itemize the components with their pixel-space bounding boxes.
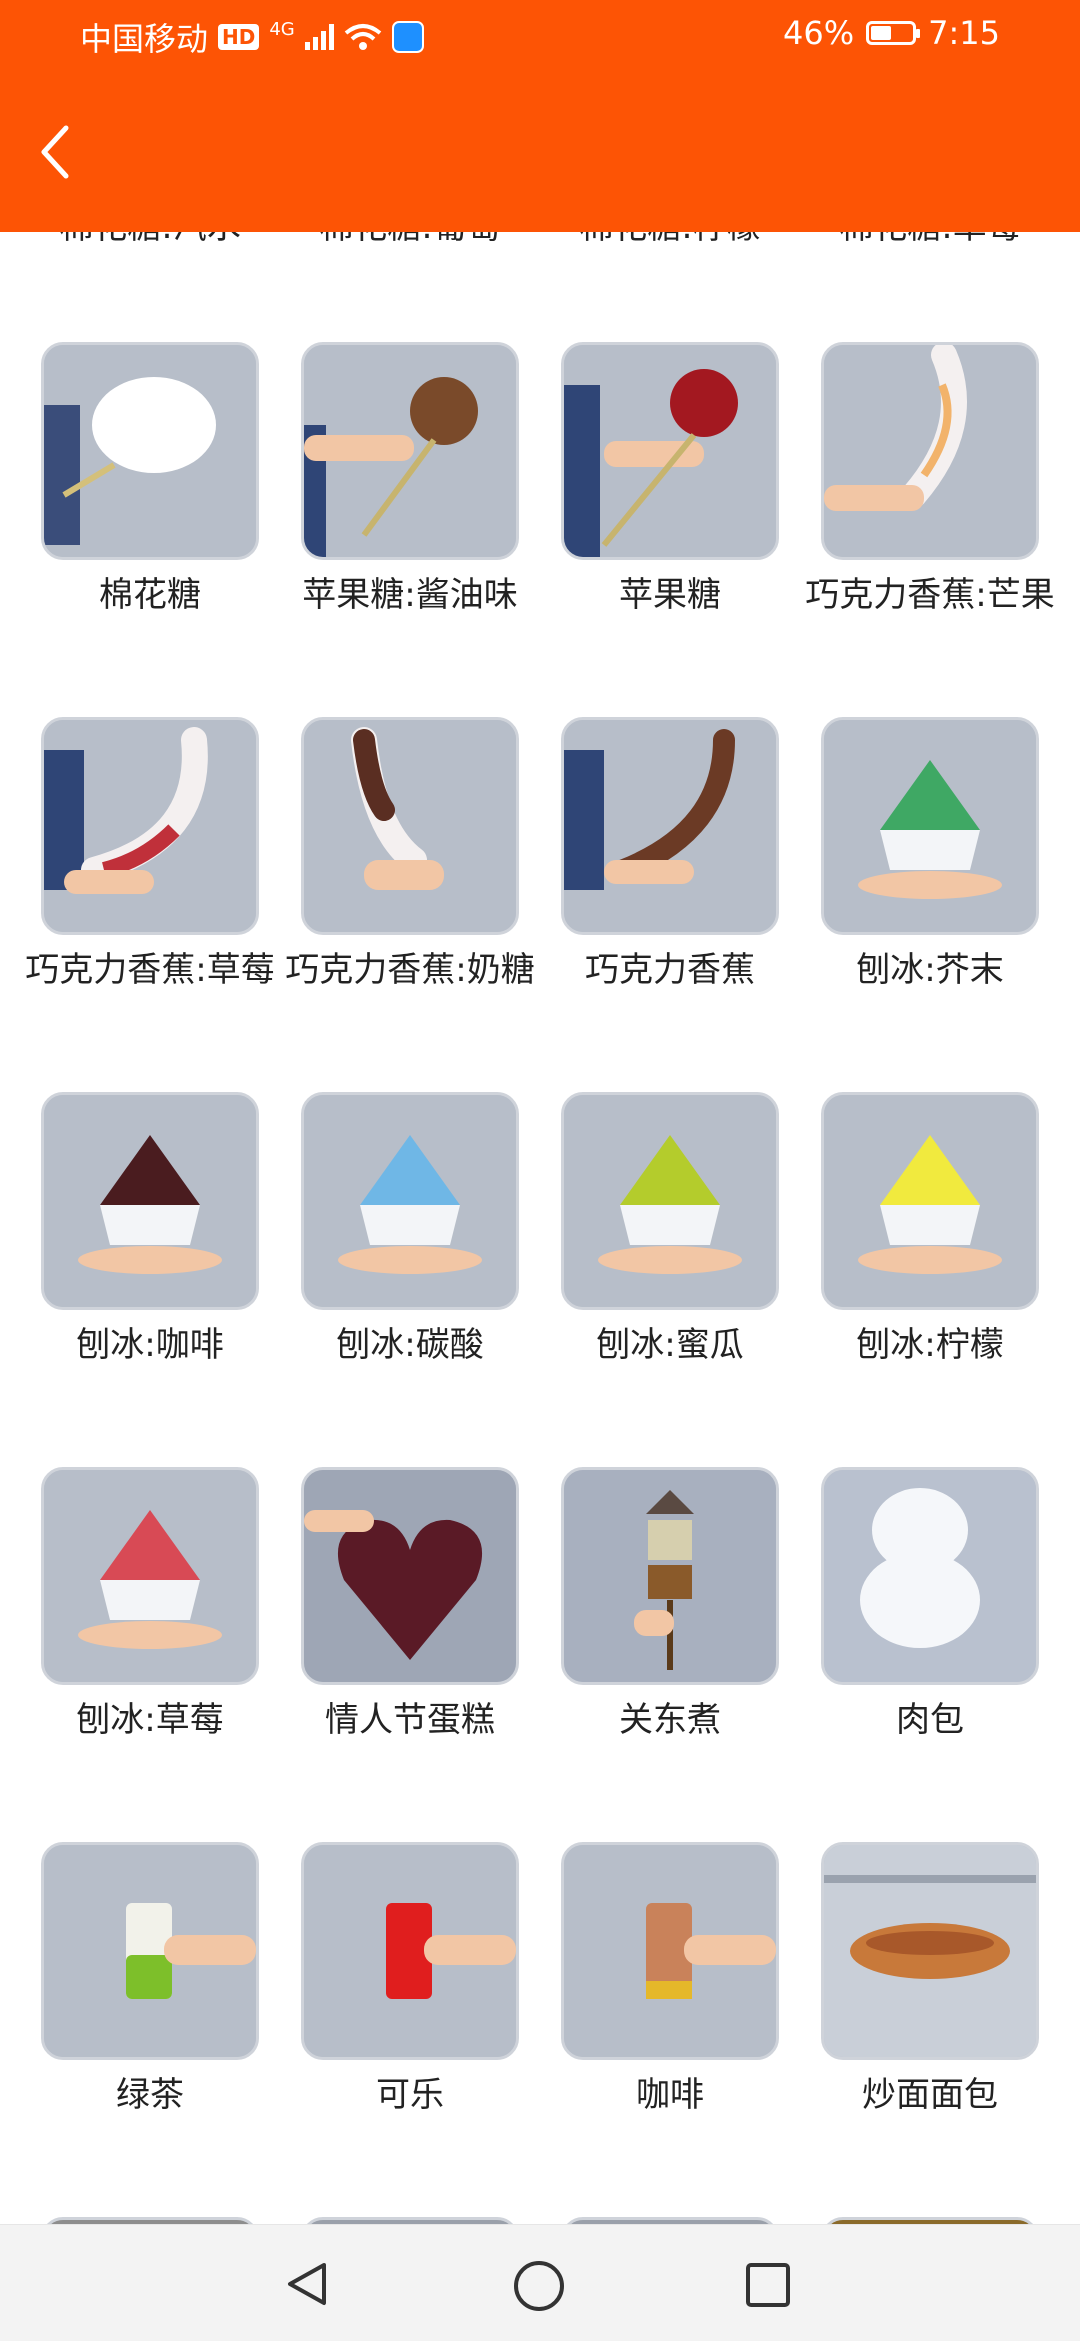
item-thumbnail — [301, 342, 519, 560]
item-label: 刨冰:碳酸 — [336, 1325, 484, 1365]
grid-item[interactable]: 棉花糖:柠檬 — [540, 232, 800, 252]
system-nav-bar — [0, 2224, 1080, 2341]
grid-item[interactable]: 肉包 — [800, 1467, 1060, 1745]
network-type: 4G — [269, 18, 295, 40]
item-thumbnail — [301, 1842, 519, 2060]
item-thumbnail — [821, 342, 1039, 560]
item-label: 棉花糖:柠檬 — [540, 232, 800, 252]
item-label: 可乐 — [376, 2075, 444, 2115]
item-label: 肉包 — [896, 1700, 964, 1740]
item-label: 巧克力香蕉:芒果 — [805, 575, 1055, 615]
grid-item[interactable]: 关东煮 — [540, 1467, 800, 1745]
circle-home-icon[interactable] — [512, 2259, 566, 2313]
grid-item[interactable]: 炒面面包 — [800, 1842, 1060, 2120]
app-notification-icon — [391, 21, 424, 53]
item-thumbnail — [41, 1842, 259, 2060]
grid-item[interactable]: 棉花糖 — [20, 342, 280, 620]
grid-item[interactable]: 巧克力香蕉:芒果 — [800, 342, 1060, 620]
item-label: 咖啡 — [636, 2075, 704, 2115]
grid-item[interactable]: 巧克力香蕉 — [540, 717, 800, 995]
item-label: 绿茶 — [116, 2075, 184, 2115]
grid-item[interactable]: 棉花糖:汽水 — [20, 232, 280, 252]
item-thumbnail — [821, 1842, 1039, 2060]
item-thumbnail — [561, 2217, 779, 2224]
item-thumbnail — [561, 1467, 779, 1685]
grid-item[interactable]: 巧克力香蕉:奶糖 — [280, 717, 540, 995]
grid-item[interactable]: 刨冰:草莓 — [20, 1467, 280, 1745]
item-thumbnail — [301, 2217, 519, 2224]
item-thumbnail — [561, 1842, 779, 2060]
item-thumbnail — [561, 717, 779, 935]
item-label: 巧克力香蕉:草莓 — [25, 950, 275, 990]
item-label: 炒面面包 — [862, 2075, 998, 2115]
hd-badge: HD — [218, 24, 260, 50]
item-label: 刨冰:咖啡 — [76, 1325, 224, 1365]
item-thumbnail — [41, 1092, 259, 1310]
item-thumbnail — [41, 342, 259, 560]
carrier-name: 中国移动 — [80, 20, 209, 58]
grid-item[interactable]: 可乐 — [280, 1842, 540, 2120]
square-recents-icon[interactable] — [744, 2261, 792, 2309]
grid-item[interactable]: 巧克力香蕉:草莓 — [20, 717, 280, 995]
item-thumbnail — [301, 1092, 519, 1310]
item-label: 关东煮 — [619, 1700, 721, 1740]
item-thumbnail — [821, 1092, 1039, 1310]
app-header: 中国移动 HD 4G 46% 7:15 — [0, 0, 1080, 232]
item-label: 刨冰:芥末 — [856, 950, 1004, 990]
grid-item[interactable]: 刨冰:咖啡 — [20, 1092, 280, 1370]
item-thumbnail — [821, 2217, 1039, 2224]
signal-icon — [304, 24, 334, 50]
item-label: 情人节蛋糕 — [325, 1700, 495, 1740]
item-label: 棉花糖:汽水 — [20, 232, 280, 252]
battery-percent: 46% — [783, 14, 855, 52]
grid-item[interactable] — [800, 2217, 1060, 2224]
grid-item[interactable] — [540, 2217, 800, 2224]
item-thumbnail — [301, 717, 519, 935]
item-thumbnail — [41, 2217, 259, 2224]
grid-item[interactable]: 绿茶 — [20, 1842, 280, 2120]
item-thumbnail — [561, 1092, 779, 1310]
grid-item[interactable] — [20, 2217, 280, 2224]
status-bar: 中国移动 HD 4G 46% 7:15 — [0, 0, 1080, 72]
grid-item[interactable]: 刨冰:柠檬 — [800, 1092, 1060, 1370]
grid-item[interactable]: 苹果糖:酱油味 — [280, 342, 540, 620]
chevron-left-icon[interactable] — [36, 120, 76, 184]
item-thumbnail — [41, 717, 259, 935]
grid-item[interactable]: 棉花糖:葡萄 — [280, 232, 540, 252]
grid-item[interactable]: 咖啡 — [540, 1842, 800, 2120]
item-thumbnail — [41, 1467, 259, 1685]
item-label: 棉花糖:葡萄 — [280, 232, 540, 252]
item-label: 刨冰:草莓 — [76, 1700, 224, 1740]
clock: 7:15 — [928, 14, 1000, 52]
item-label: 巧克力香蕉:奶糖 — [285, 950, 535, 990]
item-label: 苹果糖 — [619, 575, 721, 615]
grid-item[interactable]: 棉花糖:草莓 — [800, 232, 1060, 252]
grid-item[interactable]: 情人节蛋糕 — [280, 1467, 540, 1745]
item-thumbnail — [561, 342, 779, 560]
item-label: 刨冰:柠檬 — [856, 1325, 1004, 1365]
item-label: 刨冰:蜜瓜 — [596, 1325, 744, 1365]
grid-item[interactable]: 苹果糖 — [540, 342, 800, 620]
item-label: 苹果糖:酱油味 — [302, 575, 518, 615]
item-thumbnail — [821, 1467, 1039, 1685]
item-thumbnail — [301, 1467, 519, 1685]
item-label: 棉花糖:草莓 — [800, 232, 1060, 252]
grid-item[interactable]: 刨冰:碳酸 — [280, 1092, 540, 1370]
grid-item[interactable]: 刨冰:蜜瓜 — [540, 1092, 800, 1370]
grid-item[interactable]: 刨冰:芥末 — [800, 717, 1060, 995]
triangle-back-icon[interactable] — [282, 2259, 332, 2309]
item-label: 巧克力香蕉 — [585, 950, 755, 990]
wifi-icon — [344, 24, 382, 50]
item-thumbnail — [821, 717, 1039, 935]
item-grid-scroll[interactable]: 棉花糖:汽水 棉花糖:葡萄 棉花糖:柠檬 棉花糖:草莓 棉花糖 — [0, 232, 1080, 2224]
battery-icon — [866, 21, 921, 45]
grid-item[interactable] — [280, 2217, 540, 2224]
item-label: 棉花糖 — [99, 575, 201, 615]
